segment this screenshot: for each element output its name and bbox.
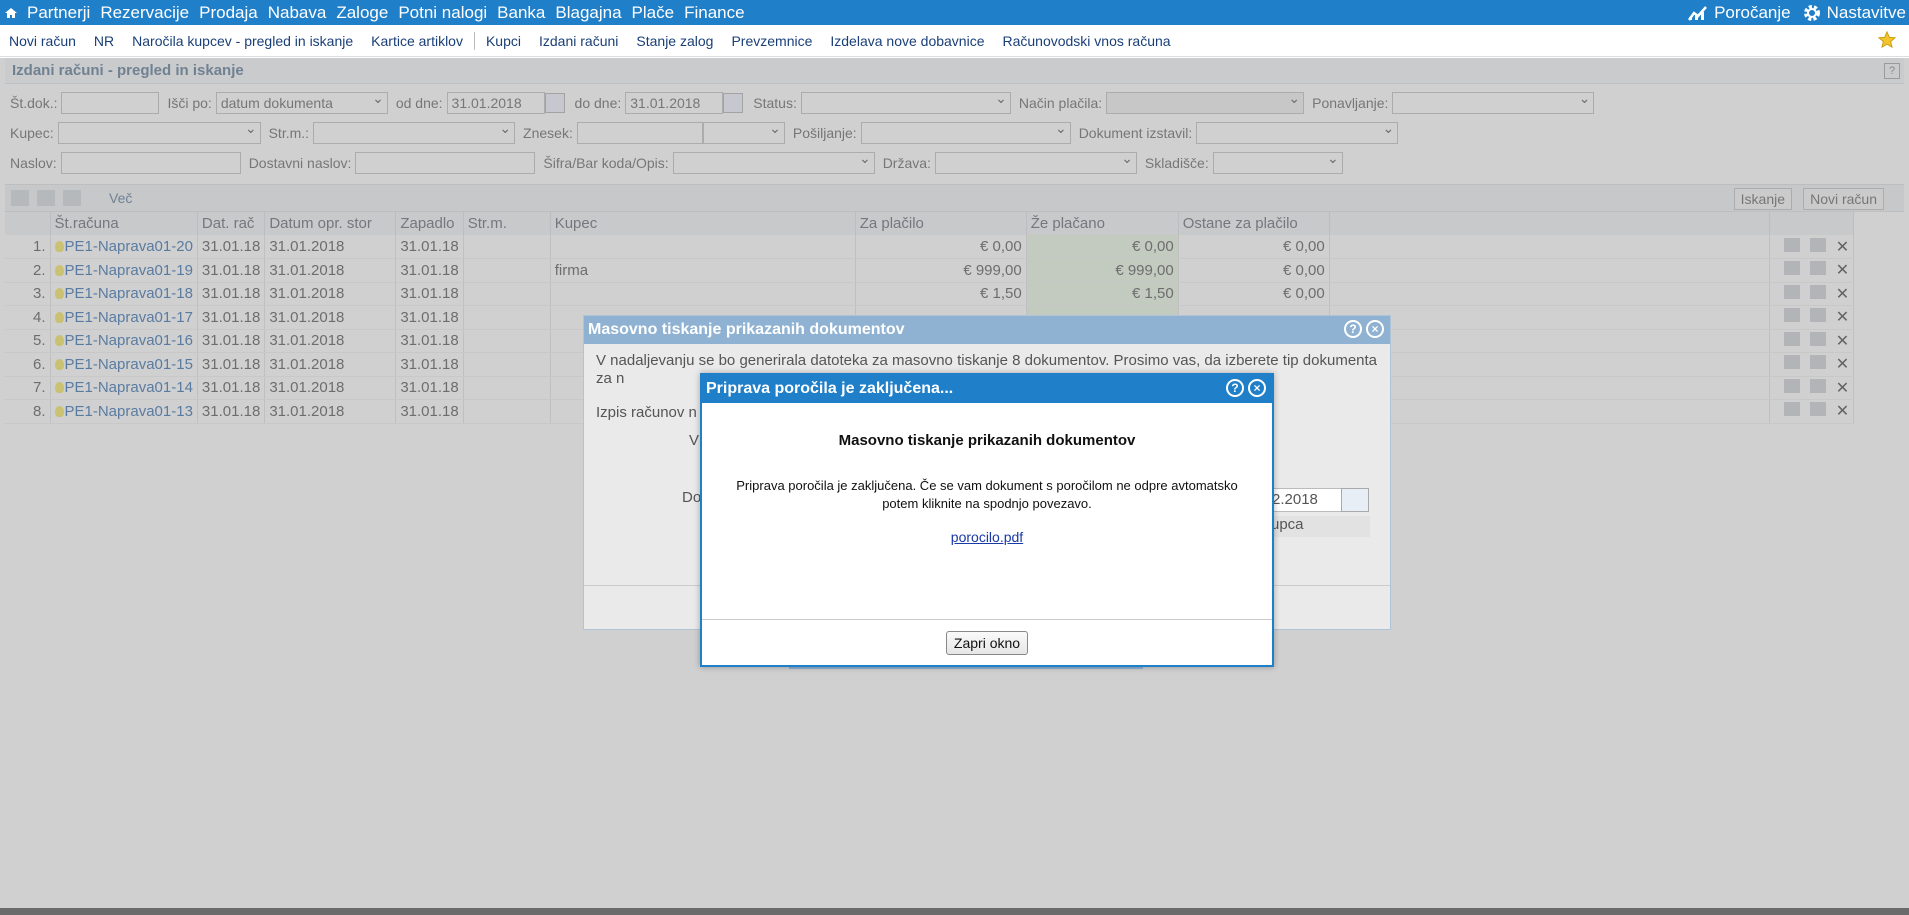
top-menu: Partnerji Rezervacije Prodaja Nabava Zal… (22, 0, 750, 25)
date-input[interactable]: 2.2018 (1267, 488, 1347, 512)
report-ready-dialog-header: Priprava poročila je zaključena... ? × (702, 375, 1272, 403)
topnav-item-rezervacije[interactable]: Rezervacije (95, 0, 194, 25)
gear-icon (1800, 4, 1824, 22)
topnav-item-potni-nalogi[interactable]: Potni nalogi (393, 0, 492, 25)
report-pdf-link[interactable]: porocilo.pdf (951, 529, 1023, 545)
topnav-item-banka[interactable]: Banka (492, 0, 550, 25)
mass-print-dialog-header: Masovno tiskanje prikazanih dokumentov ?… (584, 316, 1390, 344)
top-right-menu: Poročanje Nastavitve (1679, 0, 1909, 25)
settings-link[interactable]: Nastavitve (1824, 3, 1909, 23)
close-window-button[interactable]: Zapri okno (945, 630, 1029, 655)
subnav-item-prevzemnice[interactable]: Prevzemnice (722, 33, 821, 49)
sub-navigation: Novi račun NR Naročila kupcev - pregled … (0, 25, 1909, 57)
do-label: Do (682, 489, 702, 506)
subnav-item-narocila-kupcev[interactable]: Naročila kupcev - pregled in iskanje (123, 33, 362, 49)
topnav-item-partnerji[interactable]: Partnerji (22, 0, 95, 25)
help-icon[interactable]: ? (1226, 379, 1244, 397)
close-icon[interactable]: × (1366, 320, 1384, 338)
report-heading: Masovno tiskanje prikazanih dokumentov (838, 432, 1136, 449)
report-ready-dialog-title: Priprava poročila je zaključena... (706, 380, 954, 397)
horizontal-scrollbar[interactable] (5, 894, 1895, 908)
report-message: Priprava poročila je zaključena. Če se v… (736, 478, 1238, 511)
topnav-item-zaloge[interactable]: Zaloge (331, 0, 393, 25)
chart-icon (1685, 5, 1711, 21)
report-dialog-footer: Zapri okno (702, 619, 1272, 665)
v-label: V (689, 432, 700, 449)
subnav-item-novi-racun[interactable]: Novi račun (0, 33, 85, 49)
topnav-item-blagajna[interactable]: Blagajna (550, 0, 626, 25)
mass-print-dialog-title: Masovno tiskanje prikazanih dokumentov (588, 321, 905, 338)
close-icon[interactable]: × (1248, 379, 1266, 397)
reporting-link[interactable]: Poročanje (1711, 3, 1794, 23)
subnav-item-racunovodski-vnos[interactable]: Računovodski vnos računa (993, 33, 1179, 49)
star-icon[interactable] (1869, 30, 1905, 52)
topnav-item-place[interactable]: Plače (627, 0, 680, 25)
subnav-item-stanje-zalog[interactable]: Stanje zalog (627, 33, 722, 49)
report-ready-dialog: Priprava poročila je zaključena... ? × M… (700, 373, 1274, 667)
subnav-separator (473, 31, 475, 50)
calendar-icon[interactable] (1341, 488, 1369, 512)
top-navigation: Partnerji Rezervacije Prodaja Nabava Zal… (0, 0, 1909, 25)
subnav-item-izdani-racuni[interactable]: Izdani računi (530, 33, 627, 49)
kupca-label: upca (1267, 516, 1370, 537)
subnav-item-nr[interactable]: NR (85, 33, 123, 49)
bottom-bar (0, 908, 1909, 915)
home-icon[interactable] (0, 0, 22, 25)
subnav-item-izdelava-dobavnice[interactable]: Izdelava nove dobavnice (821, 33, 993, 49)
topnav-item-prodaja[interactable]: Prodaja (194, 0, 263, 25)
topnav-item-nabava[interactable]: Nabava (263, 0, 332, 25)
subnav-item-kartice-artiklov[interactable]: Kartice artiklov (362, 33, 472, 49)
subnav-item-kupci[interactable]: Kupci (477, 33, 530, 49)
help-icon[interactable]: ? (1344, 320, 1362, 338)
izpis-label: Izpis računov n (596, 404, 697, 421)
topnav-item-finance[interactable]: Finance (679, 0, 749, 25)
